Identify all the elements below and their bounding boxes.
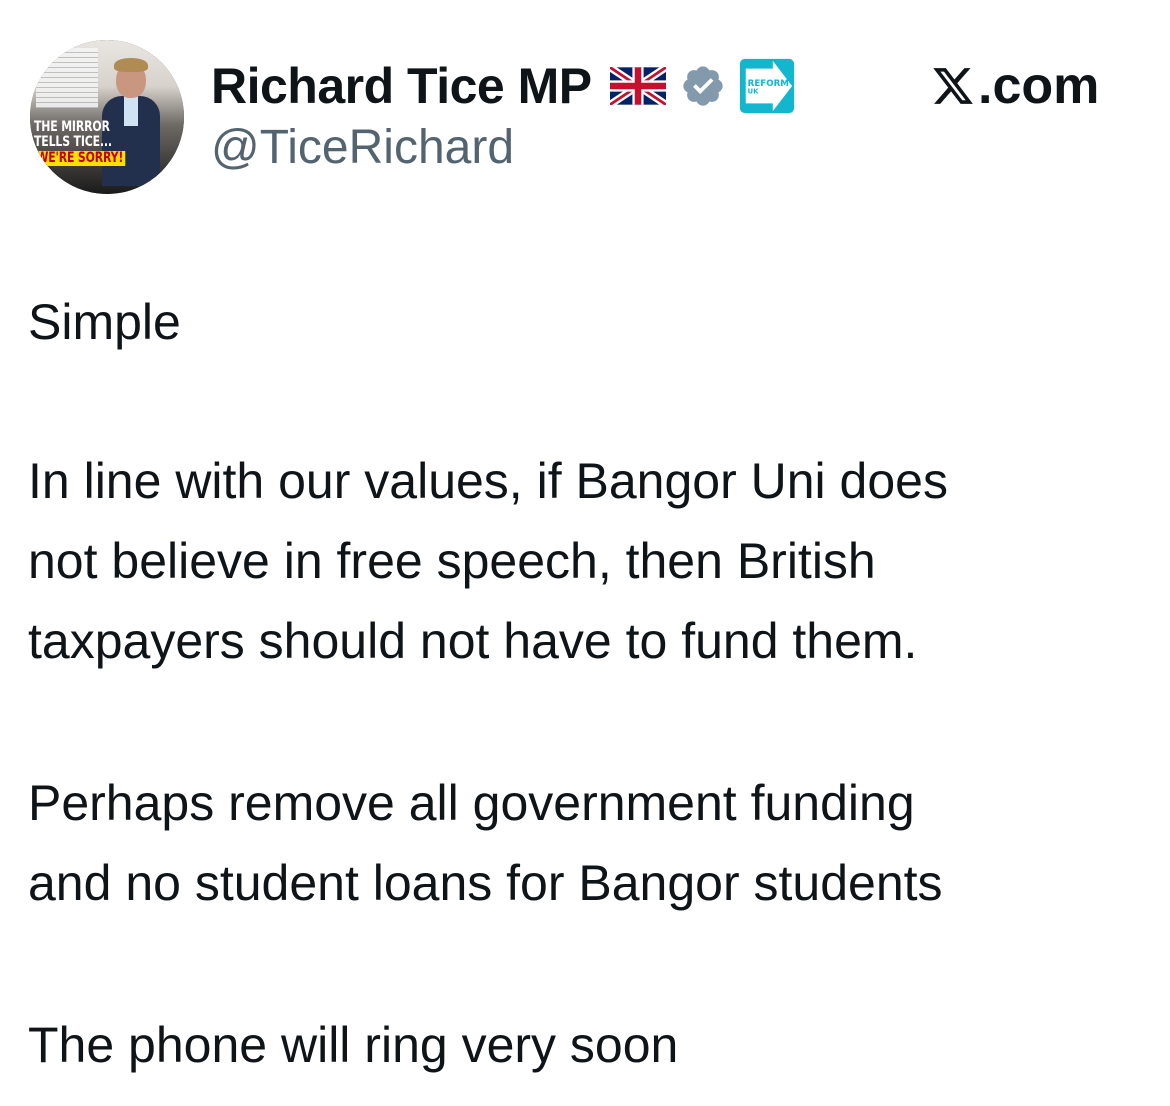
tweet-paragraph-4: The phone will ring very soon — [28, 1017, 679, 1073]
avatar-newspaper — [36, 48, 98, 108]
tweet-card: THE MIRROR TELLS TICE... WE'RE SORRY! Ri… — [0, 0, 1170, 1106]
tweet-line: taxpayers should not have to fund them. — [28, 613, 918, 669]
author-handle[interactable]: @TiceRichard — [211, 120, 514, 176]
source-domain: .com — [978, 57, 1100, 115]
avatar-hair — [114, 58, 148, 72]
x-logo-icon — [933, 68, 973, 104]
avatar-caption: THE MIRROR TELLS TICE... WE'RE SORRY! — [34, 120, 128, 166]
tweet-paragraph-2: In line with our values, if Bangor Uni d… — [28, 441, 1153, 681]
reform-badge-subtext: UK — [747, 88, 758, 96]
author-name-row: Richard Tice MP REFORM UK — [211, 56, 796, 116]
tweet-line: In line with our values, if Bangor Uni d… — [28, 453, 948, 509]
tweet-paragraph-3: Perhaps remove all government funding an… — [28, 763, 1153, 923]
tweet-line: Perhaps remove all government funding — [28, 775, 915, 831]
tweet-line: not believe in free speech, then British — [28, 533, 876, 589]
uk-flag-icon — [609, 67, 666, 105]
avatar-caption-line2: TELLS TICE... — [34, 134, 112, 150]
avatar-caption-line1: THE MIRROR — [34, 119, 110, 135]
tweet-line: and no student loans for Bangor students — [28, 855, 943, 911]
reform-uk-badge-icon[interactable]: REFORM UK — [738, 57, 796, 115]
author-display-name[interactable]: Richard Tice MP — [211, 58, 592, 114]
avatar[interactable]: THE MIRROR TELLS TICE... WE'RE SORRY! — [30, 40, 184, 194]
avatar-caption-line3: WE'RE SORRY! — [34, 151, 126, 166]
tweet-paragraph-1: Simple — [28, 294, 181, 350]
source-watermark: .com — [930, 56, 1099, 116]
verified-badge-icon[interactable] — [680, 63, 726, 109]
